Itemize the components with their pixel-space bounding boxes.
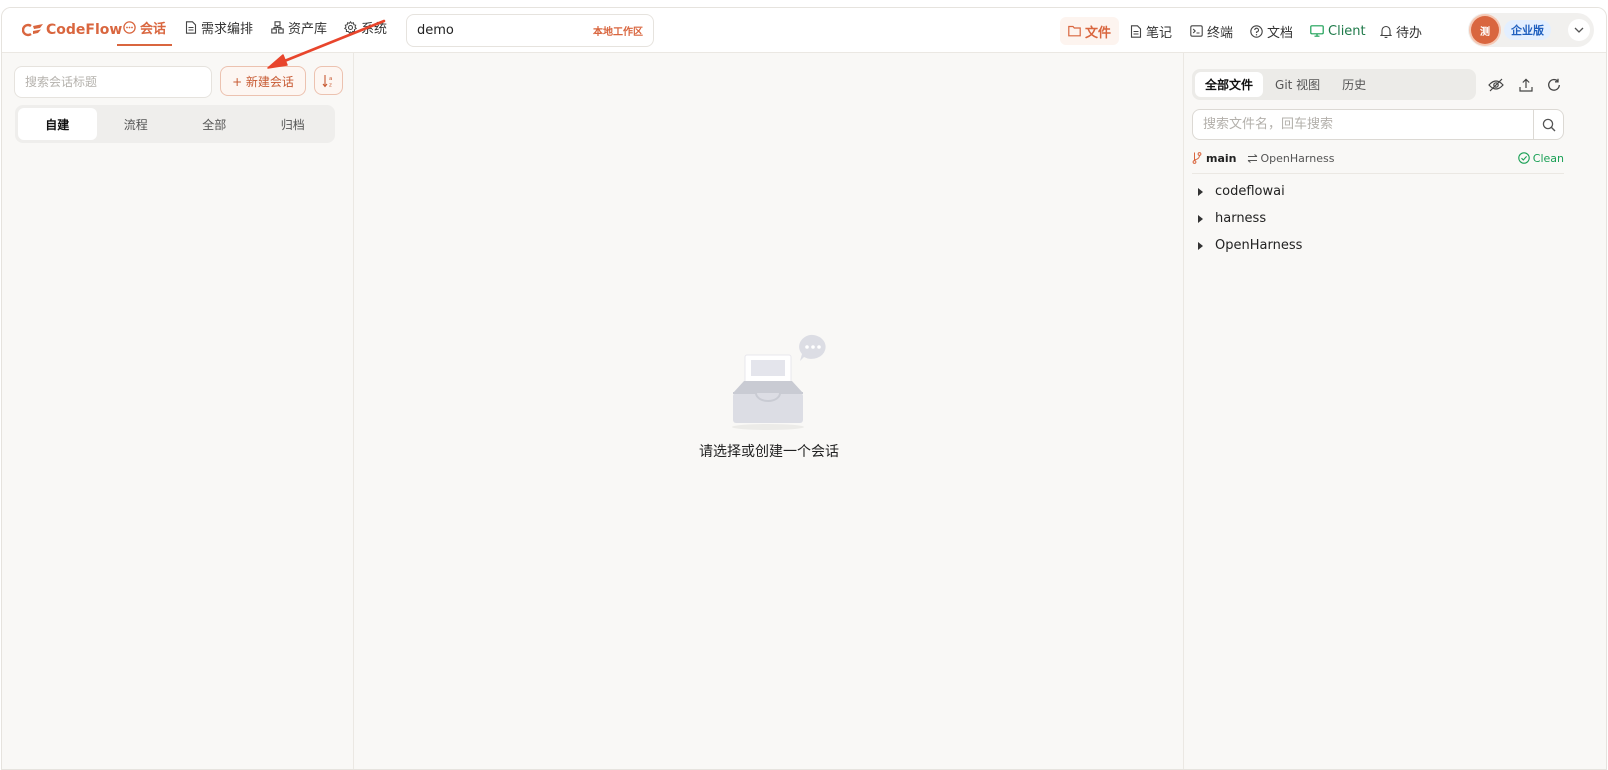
tab-git-view[interactable]: Git 视图 xyxy=(1265,72,1330,97)
nav-item-requirements[interactable]: 需求编排 xyxy=(185,8,253,46)
file-panel: 全部文件 Git 视图 历史 搜索文件名，回车搜索 main OpenHarne… xyxy=(1183,53,1606,769)
workspace-tag: 本地工作区 xyxy=(593,27,643,38)
toolbar-todo-label: 待办 xyxy=(1396,25,1423,41)
repo-name: OpenHarness xyxy=(1260,151,1335,165)
toggle-hidden-button[interactable] xyxy=(1486,75,1506,95)
caret-right-icon xyxy=(1198,241,1203,250)
help-icon xyxy=(1250,24,1263,38)
toolbar-notes-button[interactable]: 笔记 xyxy=(1130,17,1172,45)
file-search-input[interactable] xyxy=(1193,110,1535,139)
toolbar-client-button[interactable]: Client xyxy=(1310,17,1366,45)
nav-item-sessions[interactable]: 会话 xyxy=(116,8,173,46)
git-clean-status: Clean xyxy=(1518,152,1564,165)
caret-right-icon xyxy=(1198,187,1203,196)
tab-history[interactable]: 历史 xyxy=(1332,72,1376,97)
logo[interactable]: CodeFlow xyxy=(22,21,122,39)
search-icon xyxy=(1542,118,1555,131)
tree-item-label: codeflowai xyxy=(1215,184,1285,199)
swap-icon xyxy=(1247,153,1257,163)
branch-name[interactable]: main xyxy=(1206,152,1237,165)
upload-button[interactable] xyxy=(1516,75,1536,95)
workspace-selector[interactable]: demo 本地工作区 xyxy=(406,14,654,47)
tab-all-files[interactable]: 全部文件 xyxy=(1195,72,1264,97)
avatar[interactable]: 测 xyxy=(1471,16,1499,44)
file-search xyxy=(1192,109,1564,140)
tree-folder-harness[interactable]: harness xyxy=(1198,205,1558,232)
svg-text:z: z xyxy=(329,82,332,88)
svg-text:a: a xyxy=(329,76,332,82)
logo-text: CodeFlow xyxy=(46,22,123,38)
tab-workflow[interactable]: 流程 xyxy=(97,108,176,140)
toolbar-terminal-button[interactable]: 终端 xyxy=(1190,17,1233,45)
refresh-button[interactable] xyxy=(1544,75,1564,95)
user-menu[interactable]: 测 企业版 xyxy=(1468,13,1594,47)
tree-folder-codeflowai[interactable]: codeflowai xyxy=(1198,178,1558,205)
git-status-label: Clean xyxy=(1532,151,1564,165)
app-window: CodeFlow 会话 需求编排 资产库 系统 demo 本地工作区 文件 笔记… xyxy=(1,7,1607,770)
git-status-row: main OpenHarness Clean xyxy=(1192,147,1564,169)
edition-badge: 企业版 xyxy=(1504,20,1551,40)
sort-button[interactable]: a z xyxy=(314,66,343,95)
nav-label: 系统 xyxy=(361,21,388,37)
session-filter-tabs: 自建 流程 全部 归档 xyxy=(15,105,335,143)
caret-right-icon xyxy=(1198,214,1203,223)
toolbar-files-button[interactable]: 文件 xyxy=(1060,17,1120,45)
session-search-input[interactable] xyxy=(14,66,212,98)
refresh-icon xyxy=(1548,78,1560,91)
empty-inbox-icon xyxy=(732,334,826,430)
note-icon xyxy=(1130,24,1142,38)
tab-archived[interactable]: 归档 xyxy=(254,108,333,140)
toolbar-terminal-label: 终端 xyxy=(1207,25,1234,41)
toolbar-notes-label: 笔记 xyxy=(1146,25,1173,41)
assets-icon xyxy=(271,20,284,34)
tree-item-label: OpenHarness xyxy=(1215,238,1303,253)
nav-item-assets[interactable]: 资产库 xyxy=(271,8,327,46)
toolbar-client-label: Client xyxy=(1328,23,1366,39)
chevron-down-icon xyxy=(1574,27,1584,33)
monitor-icon xyxy=(1310,25,1324,37)
check-circle-icon xyxy=(1518,152,1530,164)
chat-icon xyxy=(123,20,136,34)
top-bar: CodeFlow 会话 需求编排 资产库 系统 demo 本地工作区 文件 笔记… xyxy=(2,8,1606,53)
tree-item-label: harness xyxy=(1215,211,1267,226)
tab-all[interactable]: 全部 xyxy=(175,108,254,140)
repo-selector[interactable]: OpenHarness xyxy=(1247,151,1335,165)
logo-icon xyxy=(22,23,43,37)
toolbar-files-label: 文件 xyxy=(1085,25,1112,41)
tree-folder-openharness[interactable]: OpenHarness xyxy=(1198,232,1558,259)
branch-icon xyxy=(1192,152,1202,164)
nav-label: 会话 xyxy=(140,21,167,37)
new-session-button[interactable]: + 新建会话 xyxy=(220,66,306,96)
tab-self-created[interactable]: 自建 xyxy=(18,108,97,140)
empty-state-text: 请选择或创建一个会话 xyxy=(699,444,839,460)
terminal-icon xyxy=(1190,25,1203,37)
upload-icon xyxy=(1519,78,1533,92)
nav-label: 需求编排 xyxy=(201,21,254,37)
toolbar-docs-button[interactable]: 文档 xyxy=(1250,17,1293,45)
user-menu-toggle[interactable] xyxy=(1568,19,1590,41)
eye-off-icon xyxy=(1488,78,1504,92)
main-content: 请选择或创建一个会话 xyxy=(354,53,1184,769)
toolbar-todo-button[interactable]: 待办 xyxy=(1380,17,1422,45)
file-search-button[interactable] xyxy=(1533,110,1563,139)
bell-icon xyxy=(1380,25,1392,38)
workspace-name: demo xyxy=(417,23,454,38)
toolbar-docs-label: 文档 xyxy=(1267,25,1294,41)
nav-item-system[interactable]: 系统 xyxy=(344,8,387,46)
file-tree: codeflowai harness OpenHarness xyxy=(1198,178,1558,259)
file-view-tabs: 全部文件 Git 视图 历史 xyxy=(1192,69,1476,100)
session-sidebar: + 新建会话 a z 自建 流程 全部 归档 xyxy=(2,53,354,769)
sort-icon: a z xyxy=(322,74,332,88)
gear-icon xyxy=(344,20,357,34)
folder-icon xyxy=(1068,25,1081,37)
divider xyxy=(1192,173,1564,174)
document-icon xyxy=(185,20,197,34)
nav-label: 资产库 xyxy=(288,21,328,37)
